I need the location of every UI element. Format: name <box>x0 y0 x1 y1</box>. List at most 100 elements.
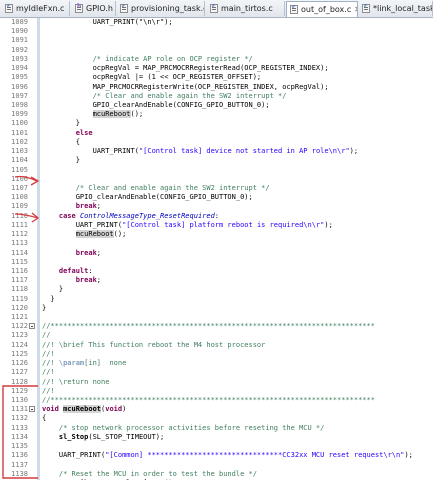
code-text: ocpRegVal |= (1 << OCP_REGISTER_OFFSET); <box>42 73 262 82</box>
close-icon[interactable]: ✕ <box>354 5 357 14</box>
line-number: 1099 <box>11 110 28 119</box>
fold-toggle-icon[interactable] <box>29 323 35 330</box>
line-number: 1089 <box>11 18 28 26</box>
code-line: 1090 <box>0 27 433 36</box>
c-file-icon <box>210 3 218 13</box>
code-line: 1130 //**********************************… <box>0 396 433 405</box>
code-token: /* Clear and enable again the SW2 interr… <box>42 183 270 192</box>
tab-5[interactable]: *link_local_task.c <box>359 1 433 16</box>
c-file-icon <box>290 4 298 14</box>
code-token: //! <box>42 368 55 377</box>
code-line: 1113 <box>0 239 433 248</box>
code-text: GPIO_clearAndEnable(CONFIG_GPIO_BUTTON_0… <box>42 101 270 110</box>
line-number: 1090 <box>11 27 28 36</box>
code-line: 1112 mcuReboot(); <box>0 230 433 239</box>
code-line: 1126 //! \param[in] none <box>0 359 433 368</box>
code-token: : <box>88 266 93 275</box>
code-token: { <box>42 414 47 423</box>
code-text: mcuReboot(); <box>42 110 143 119</box>
code-text: break; <box>42 202 101 211</box>
code-line: 1096 MAP_PRCMOCRRegisterWrite(OCP_REGIST… <box>0 83 433 92</box>
tab-1[interactable]: GPIO.h <box>72 1 116 16</box>
code-text: case ControlMessageType_ResetRequired: <box>42 212 219 221</box>
line-number: 1118 <box>11 285 28 294</box>
code-line: 1110 case ControlMessageType_ResetRequir… <box>0 212 433 221</box>
code-text: void mcuReboot(void) <box>42 405 126 414</box>
code-token: // <box>42 331 51 340</box>
code-line: 1091 <box>0 36 433 45</box>
code-line: 1098 GPIO_clearAndEnable(CONFIG_GPIO_BUT… <box>0 101 433 110</box>
line-number: 1134 <box>11 432 28 441</box>
line-number: 1132 <box>11 414 28 423</box>
line-number: 1094 <box>11 64 28 73</box>
code-text: /* stop network processor activities bef… <box>42 424 325 433</box>
tab-0[interactable]: myIdleFxn.c <box>2 1 70 16</box>
code-line: 1121 <box>0 313 433 322</box>
line-number: 1108 <box>11 193 28 202</box>
tab-label: out_of_box.c <box>301 5 352 14</box>
tab-4[interactable]: out_of_box.c✕ <box>286 1 358 17</box>
code-text: { <box>42 414 46 423</box>
code-line: 1105 <box>0 166 433 175</box>
code-text: } <box>42 156 80 165</box>
tab-2[interactable]: provisioning_task.c <box>117 1 205 16</box>
code-line: 1092 <box>0 46 433 55</box>
code-text: UART_PRINT("\n\r"); <box>42 18 173 27</box>
code-line: 1133 /* stop network processor activitie… <box>0 424 433 433</box>
line-number: 1120 <box>11 303 28 312</box>
code-line: 1136 UART_PRINT("[Common] **************… <box>0 451 433 460</box>
code-line: 1093 /* indicate AP role on OCP register… <box>0 55 433 64</box>
tab-3[interactable]: main_tirtos.c <box>207 1 285 16</box>
code-line: 1125 //! <box>0 350 433 359</box>
line-number: 1116 <box>11 266 28 275</box>
code-token: //! \brief This function reboot the M4 h… <box>42 340 266 349</box>
code-line: 1103 UART_PRINT("[Control task] device n… <box>0 147 433 156</box>
code-text: //! \brief This function reboot the M4 h… <box>42 341 265 350</box>
code-line: 1115 <box>0 258 433 267</box>
code-text: } <box>42 295 54 304</box>
code-token: else <box>75 128 93 137</box>
code-line: 1134 sl_Stop(SL_STOP_TIMEOUT); <box>0 433 433 442</box>
line-number: 1129 <box>11 386 28 395</box>
tab-label: GPIO.h <box>86 4 113 13</box>
code-text: } <box>42 285 63 294</box>
line-number: 1109 <box>11 202 28 211</box>
line-number: 1098 <box>11 100 28 109</box>
line-number: 1103 <box>11 147 28 156</box>
code-token: { <box>42 137 80 146</box>
code-line: 1122 //**********************************… <box>0 322 433 331</box>
code-line: 1116 default: <box>0 267 433 276</box>
code-editor[interactable]: 1089 UART_PRINT("\n\r"); 1090 1091 1092 1093… <box>0 18 433 480</box>
code-text: break; <box>42 249 101 258</box>
code-text: } <box>42 304 46 313</box>
code-token: /* indicate AP role on OCP register */ <box>42 54 253 63</box>
code-token: sl_Stop <box>58 432 89 441</box>
code-text: MAP_PRCMOCRRegisterWrite(OCP_REGISTER_IN… <box>42 83 329 92</box>
code-line: 1102 { <box>0 138 433 147</box>
code-line: 1127 //! <box>0 368 433 377</box>
code-token: default <box>58 266 89 275</box>
code-line: 1128 //! \return none <box>0 378 433 387</box>
code-line: 1138 /* Reset the MCU in order to test t… <box>0 470 433 479</box>
line-number: 1128 <box>11 377 28 386</box>
fold-toggle-icon[interactable] <box>29 406 35 413</box>
line-number: 1092 <box>11 45 28 54</box>
tab-label: *link_local_task.c <box>373 4 432 13</box>
code-text: UART_PRINT("[Control task] platform rebo… <box>42 221 333 230</box>
code-token: "[Common] ******************************… <box>105 451 405 460</box>
code-line: 1111 UART_PRINT("[Control task] platform… <box>0 221 433 230</box>
line-number: 1124 <box>11 340 28 349</box>
line-number: 1104 <box>11 156 28 165</box>
code-text: else <box>42 129 93 138</box>
line-number: 1137 <box>11 460 28 469</box>
code-text: //! <box>42 387 55 396</box>
code-token: (); <box>113 230 127 239</box>
line-number: 1105 <box>11 165 28 174</box>
code-token: mcuReboot <box>63 405 102 414</box>
code-token: "[Control task] device not started in AP… <box>138 147 350 156</box>
code-line: 1117 break; <box>0 276 433 285</box>
code-text: //! \return none <box>42 378 109 387</box>
